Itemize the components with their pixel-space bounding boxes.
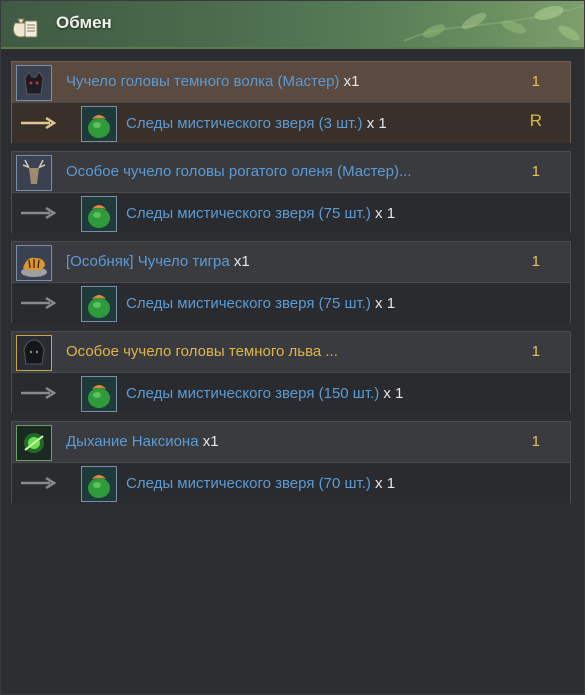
entry-item-row[interactable]: [Особняк] Чучело тигра x1 1: [12, 242, 570, 283]
green-spark-icon[interactable]: [16, 425, 52, 461]
rank-badge: R: [529, 111, 542, 130]
entry-item-row[interactable]: Особое чучело головы рогатого оленя (Мас…: [12, 152, 570, 193]
item-name: [Особняк] Чучело тигра x1: [66, 253, 250, 270]
entry-item-row[interactable]: Дыхание Наксиона x1 1: [12, 422, 570, 463]
arrow-right-icon: [21, 476, 56, 490]
reward-name: Следы мистического зверя (3 шт.) x 1: [126, 115, 387, 132]
green-pouch-icon[interactable]: [81, 196, 117, 232]
green-pouch-icon[interactable]: [81, 286, 117, 322]
exchange-entry[interactable]: Чучело головы темного волка (Мастер) x1 …: [11, 61, 571, 143]
exchange-list: Чучело головы темного волка (Мастер) x1 …: [11, 61, 571, 511]
lion-head-icon[interactable]: [16, 335, 52, 371]
arrow-right-icon: [21, 116, 56, 130]
green-pouch-icon[interactable]: [81, 376, 117, 412]
exchange-entry[interactable]: Особое чучело головы темного льва ... 1: [11, 331, 571, 413]
entry-reward-row[interactable]: Следы мистического зверя (75 шт.) x 1: [12, 283, 570, 323]
arrow-right-icon: [21, 386, 56, 400]
entry-reward-row[interactable]: Следы мистического зверя (70 шт.) x 1: [12, 463, 570, 503]
exchange-entry[interactable]: Особое чучело головы рогатого оленя (Мас…: [11, 151, 571, 233]
bag-scroll-icon: [12, 18, 38, 38]
entry-item-row[interactable]: Особое чучело головы темного льва ... 1: [12, 332, 570, 373]
reward-name: Следы мистического зверя (150 шт.) x 1: [126, 385, 404, 402]
reward-name: Следы мистического зверя (75 шт.) x 1: [126, 205, 396, 222]
arrow-right-icon: [21, 206, 56, 220]
item-name: Чучело головы темного волка (Мастер) x1: [66, 73, 360, 90]
item-count: 1: [531, 163, 540, 180]
green-pouch-icon[interactable]: [81, 466, 117, 502]
entry-reward-row[interactable]: Следы мистического зверя (150 шт.) x 1: [12, 373, 570, 413]
entry-reward-row[interactable]: Следы мистического зверя (3 шт.) x 1 R: [12, 103, 570, 143]
item-name: Особое чучело головы темного льва ...: [66, 343, 338, 360]
item-count: 1: [531, 73, 540, 90]
item-name: Особое чучело головы рогатого оленя (Мас…: [66, 163, 412, 180]
tiger-icon[interactable]: [16, 245, 52, 281]
exchange-entry[interactable]: Дыхание Наксиона x1 1 Следы мистического…: [11, 421, 571, 503]
green-pouch-icon[interactable]: [81, 106, 117, 142]
item-count: 1: [531, 433, 540, 450]
leaves-decoration: [403, 5, 584, 42]
exchange-window: Обмен Чучело головы темного волка (Масте…: [0, 0, 585, 695]
item-name: Дыхание Наксиона x1: [66, 433, 219, 450]
deer-head-icon[interactable]: [16, 155, 52, 191]
reward-name: Следы мистического зверя (70 шт.) x 1: [126, 475, 396, 492]
item-count: 1: [531, 343, 540, 360]
reward-name: Следы мистического зверя (75 шт.) x 1: [126, 295, 396, 312]
window-title: Обмен: [56, 13, 112, 32]
entry-item-row[interactable]: Чучело головы темного волка (Мастер) x1 …: [12, 62, 570, 103]
wolf-head-icon[interactable]: [16, 65, 52, 101]
item-count: 1: [531, 253, 540, 270]
window-header: Обмен: [1, 1, 584, 49]
exchange-entry[interactable]: [Особняк] Чучело тигра x1 1 Следы мистич…: [11, 241, 571, 323]
entry-reward-row[interactable]: Следы мистического зверя (75 шт.) x 1: [12, 193, 570, 233]
arrow-right-icon: [21, 296, 56, 310]
